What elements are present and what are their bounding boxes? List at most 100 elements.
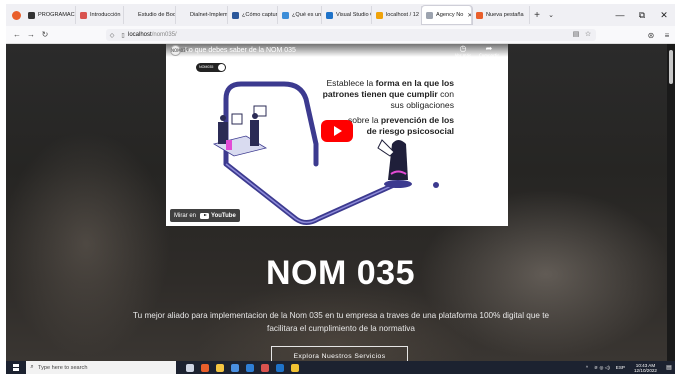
taskbar-search[interactable]: ⌕ Type here to search [26,361,176,374]
navigation-bar: ← → ↻ ◇ ▯ localhost/nom035/ ▤ ☆ ⊛ ≡ [6,26,675,44]
language-indicator[interactable]: ESP [613,365,628,370]
browser-tab[interactable]: Nueva pestaña [472,6,530,24]
nom035-toggle-badge: NOM035 [196,63,226,72]
tab-label: Visual Studio C [336,12,372,18]
bookmark-star-icon[interactable]: ☆ [582,29,594,41]
clock-date: 12/10/2022 [634,367,657,373]
list-all-tabs-button[interactable]: ⌄ [544,11,558,19]
url-host: localhost [128,32,152,38]
github-icon [28,11,35,19]
watch-on-youtube-button[interactable]: Mirar en YouTube [170,209,240,222]
watch-later-button[interactable]: ◷ Ver más tarde [450,44,476,64]
watch-on-label: Mirar en [174,212,197,219]
tab-bar: PROGRAMACI Introducción Estudio de Bootstr… [6,4,675,26]
office-icon-glyph [260,363,269,372]
video-actions: ◷ Ver más tarde ➦ Compartir [450,44,502,64]
windows-taskbar: ⌕ Type here to search ^ ⚞ ◎ ◁) ESP 10:43… [6,361,675,374]
tab-icon [426,11,433,19]
firefox-icon-glyph [200,363,209,372]
notifications-icon[interactable]: ▤ [663,361,675,374]
watch-later-label: Ver más tarde [454,53,472,63]
file-explorer-icon-glyph [215,363,224,372]
clock[interactable]: 10:43 AM 12/10/2022 [628,363,663,373]
nom035-badge-label: NOM035 [199,65,214,69]
close-window-button[interactable]: ✕ [653,4,675,26]
browser-tab[interactable]: Dialnet-Implemen [176,6,228,24]
tab-favicon-icon [128,11,135,19]
browser-tab[interactable]: Visual Studio C [322,6,372,24]
share-icon: ➦ [485,44,493,53]
browser-tab[interactable]: ¿Qué es un Fr [278,6,322,24]
browser-tab[interactable]: localhost / 12 [372,6,422,24]
youtube-logo: YouTube [200,212,236,219]
site-icon [80,11,87,19]
tab-label: Dialnet-Implemen [190,12,228,18]
windows-logo-icon [12,364,20,371]
scrollbar-thumb[interactable] [669,50,673,84]
tab-label: PROGRAMACI [38,12,76,18]
minimize-button[interactable]: — [609,4,631,26]
vscode-icon [326,11,333,19]
clock-icon: ◷ [459,44,467,53]
browser-tab[interactable]: Estudio de Bootstr [124,6,176,24]
vscode-icon[interactable] [272,361,287,374]
maximize-button[interactable]: ⧉ [631,4,653,26]
tab-label: Agency No [436,12,464,18]
new-tab-button[interactable]: + [530,10,544,21]
video-title[interactable]: Lo que debes saber de la NOM 035 [185,47,296,54]
store-icon[interactable] [227,361,242,374]
mail-icon[interactable] [242,361,257,374]
video-text-line-2: patrones tienen que cumplir con [322,89,454,99]
browser-tab[interactable]: Introducción [76,6,124,24]
url-path: /nom035/ [151,32,177,38]
menu-icon[interactable]: ≡ [659,26,675,44]
forward-button[interactable]: → [24,30,38,39]
play-icon [334,126,342,136]
tracking-protection-icon[interactable]: ◇ [106,32,118,39]
chrome-icon[interactable] [287,361,302,374]
tab-label: Estudio de Bootstr [138,12,176,18]
page-info-icon[interactable]: ▯ [118,32,128,39]
youtube-play-button[interactable] [321,120,353,142]
pinned-apps [182,361,302,374]
tab-label: ¿Qué es un Fr [292,12,322,18]
url-text[interactable]: localhost/nom035/ [128,32,177,38]
back-button[interactable]: ← [10,30,24,39]
reload-button[interactable]: ↻ [38,30,52,39]
tab-favicon-icon [180,11,187,19]
tab-label: localhost / 12 [386,12,419,18]
store-icon-glyph [230,363,239,372]
address-bar[interactable]: ◇ ▯ localhost/nom035/ ▤ ☆ [106,29,596,41]
show-hidden-icons-button[interactable]: ^ [583,365,591,370]
share-button[interactable]: ➦ Compartir [476,45,502,63]
tray-status-icons[interactable]: ⚞ ◎ ◁) [591,365,613,371]
firefox-icon[interactable] [197,361,212,374]
browser-tab[interactable]: PROGRAMACI [24,6,76,24]
page-scrollbar[interactable] [667,44,675,361]
vscode-icon-glyph [275,363,284,372]
pocket-icon[interactable]: ⊛ [643,26,659,44]
office-icon[interactable] [257,361,272,374]
share-label: Compartir [478,53,500,58]
browser-tab[interactable]: ¿Cómo captur [228,6,278,24]
tab-label: ¿Cómo captur [242,12,278,18]
mail-icon-glyph [245,363,254,372]
channel-avatar[interactable]: NOM035 [170,45,188,56]
taskbar-search-placeholder: Type here to search [38,364,88,371]
browser-tab[interactable]: Agency No ✕ [422,6,472,24]
reader-view-icon[interactable]: ▤ [570,29,582,41]
video-text-line-3: sus obligaciones [390,100,454,110]
video-text-line-1: Establece la forma en la que los [326,78,454,88]
start-button[interactable] [6,361,26,374]
system-tray: ^ ⚞ ◎ ◁) ESP 10:43 AM 12/10/2022 ▤ [583,361,675,374]
firefox-view-icon[interactable] [8,4,24,26]
task-view-icon[interactable] [182,361,197,374]
video-header: NOM035 Lo que debes saber de la NOM 035 … [166,44,508,63]
youtube-video-embed[interactable]: NOM035 Lo que debes saber de la NOM 035 … [166,44,508,226]
explore-services-button[interactable]: Explora Nuestros Servicios [271,346,408,361]
hero-title: NOM 035 [266,254,415,292]
phpmyadmin-icon [376,11,383,19]
file-explorer-icon[interactable] [212,361,227,374]
page-viewport: NOM035 Lo que debes saber de la NOM 035 … [6,44,675,361]
chrome-icon-glyph [290,363,299,372]
